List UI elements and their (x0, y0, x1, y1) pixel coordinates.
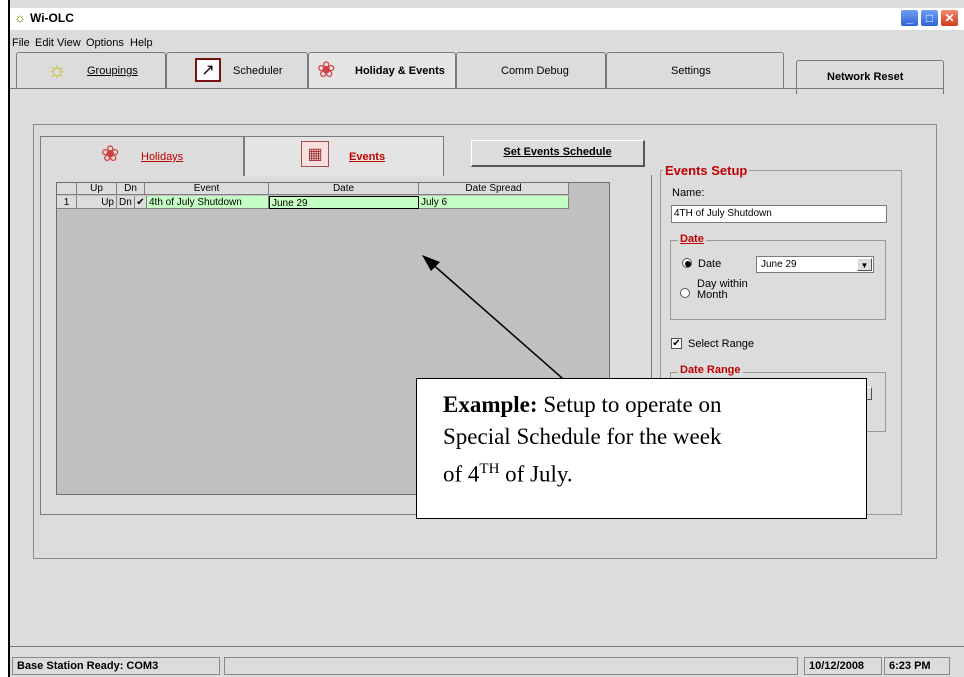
status-divider (10, 646, 964, 647)
status-time: 6:23 PM (884, 657, 950, 675)
status-date: 10/12/2008 (804, 657, 882, 675)
callout-arrow (422, 255, 571, 386)
example-callout: Example: Setup to operate on Special Sch… (416, 378, 867, 519)
status-text: Base Station Ready: COM3 (12, 657, 220, 675)
status-spacer (224, 657, 798, 675)
